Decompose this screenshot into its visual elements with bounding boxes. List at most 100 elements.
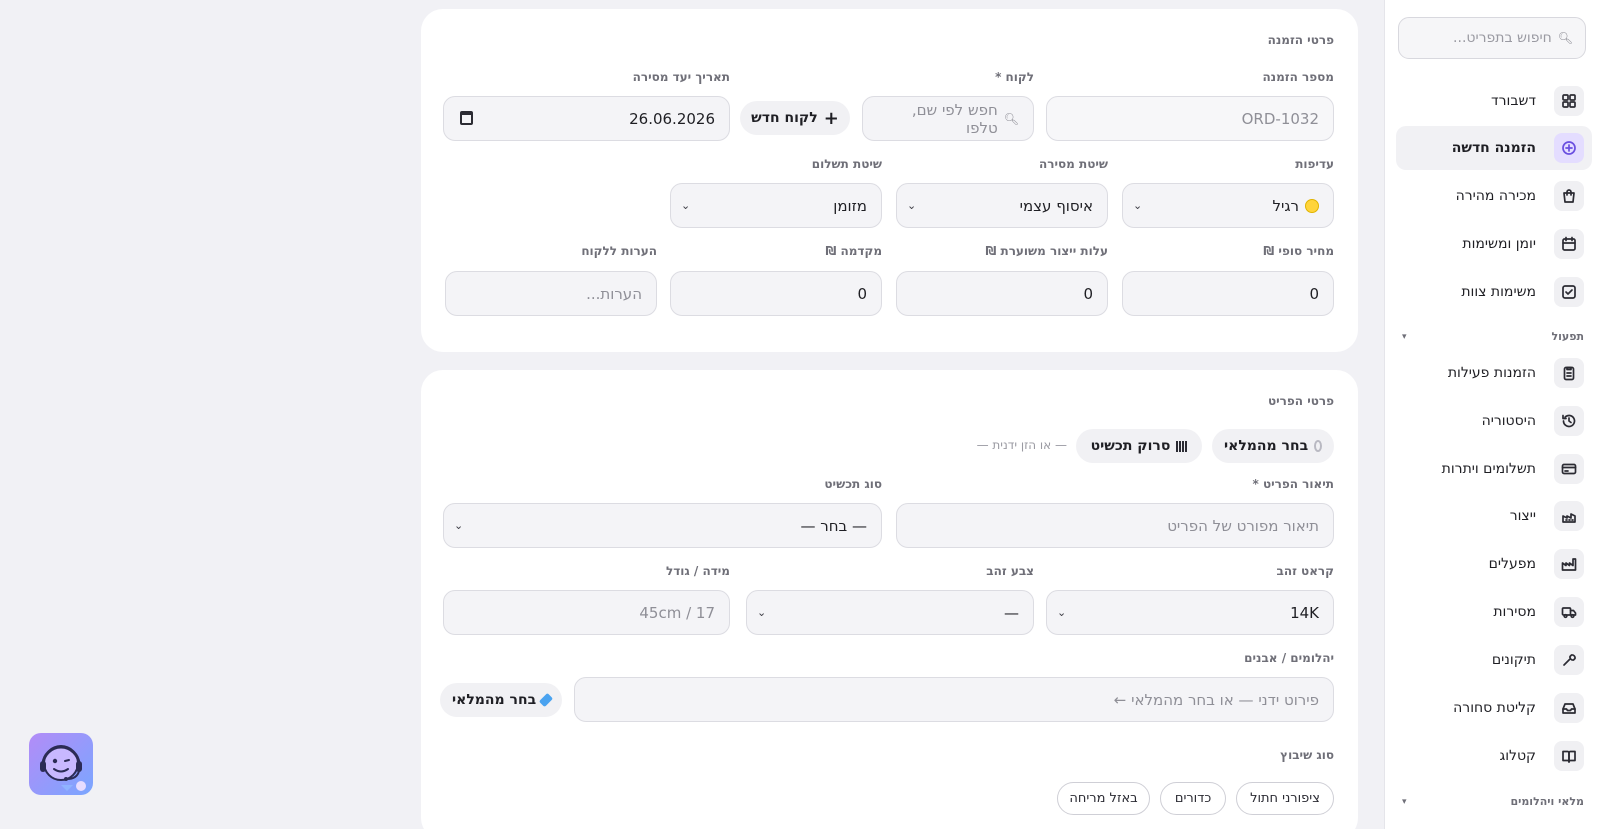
sidebar-item-label: קליטת סחורה — [1453, 700, 1536, 716]
item-details-title: פרטי הפריט — [1267, 394, 1334, 408]
customer-notes-input[interactable]: הערות... — [445, 271, 657, 316]
size-placeholder: 45cm / 17 — [639, 603, 715, 622]
sidebar-item-active-orders[interactable]: הזמנות פעילות — [1396, 351, 1592, 395]
sidebar-item-payments[interactable]: תשלומים ויתרות — [1396, 447, 1592, 491]
new-customer-button[interactable]: + לקוח חדש — [740, 101, 850, 135]
chevron-down-icon: ⌄ — [1133, 199, 1143, 212]
sidebar-item-label: משימות צוות — [1461, 284, 1536, 300]
sidebar-item-label: תיקונים — [1491, 652, 1536, 668]
chevron-down-icon: ⌄ — [681, 199, 691, 212]
sidebar-item-new-order[interactable]: הזמנה חדשה — [1396, 126, 1592, 170]
priority-label: עדיפות — [1295, 157, 1334, 171]
menu-search-placeholder: חיפוש בתפריט... — [1453, 30, 1552, 46]
ring-icon — [1314, 440, 1322, 452]
sidebar-item-label: מסירות — [1493, 604, 1536, 620]
sidebar-item-production[interactable]: ייצור — [1396, 494, 1592, 538]
item-details-card: פרטי הפריט בחר מהמלאי סרוק תכשיט — או הז… — [421, 370, 1358, 829]
jewelry-type-value: — בחר — — [800, 516, 867, 535]
gold-karat-value: 14K — [1290, 603, 1319, 622]
gold-color-select[interactable]: — ⌄ — [746, 590, 1034, 635]
delivery-method-label: שיטת מסירה — [1039, 157, 1108, 171]
stones-choose-from-stock-button[interactable]: בחר מהמלאי — [440, 683, 562, 717]
delivery-date-input[interactable]: 26.06.2026 — [443, 96, 730, 141]
sidebar-item-repairs[interactable]: תיקונים — [1396, 638, 1592, 682]
setting-option-balls[interactable]: כדורים — [1160, 782, 1226, 815]
headset-avatar-icon — [40, 745, 86, 791]
customer-search-input[interactable]: 🔍︎ חפש לפי שם, טלפו — [862, 96, 1034, 141]
chevron-down-icon: ⌄ — [454, 519, 464, 532]
sidebar-item-quick-sale[interactable]: מכירה מהירה — [1396, 174, 1592, 218]
wrench-icon — [1554, 645, 1584, 675]
new-customer-label: לקוח חדש — [751, 110, 818, 126]
sidebar-item-label: מכירה מהירה — [1455, 188, 1536, 204]
payment-method-select[interactable]: מזומן ⌄ — [670, 183, 882, 228]
production-cost-value: 0 — [1083, 284, 1093, 303]
production-cost-input[interactable]: 0 — [896, 271, 1108, 316]
sidebar-item-label: יומן ומשימות — [1462, 236, 1536, 252]
sidebar-item-history[interactable]: היסטוריה — [1396, 399, 1592, 443]
sidebar-item-label: ייצור — [1509, 508, 1536, 524]
priority-select[interactable]: רגיל ⌄ — [1122, 183, 1334, 228]
payment-method-value: מזומן — [833, 196, 867, 215]
choose-from-stock-label: בחר מהמלאי — [1224, 438, 1309, 454]
chevron-down-icon: ⌄ — [907, 199, 917, 212]
calendar-icon[interactable] — [460, 111, 473, 125]
delivery-method-value: איסוף עצמי — [1019, 196, 1093, 215]
search-icon: 🔍︎ — [1003, 111, 1019, 126]
industry-icon — [1554, 549, 1584, 579]
history-icon — [1554, 406, 1584, 436]
stones-input[interactable]: פירוט ידני — או בחר מהמלאי ← — [574, 677, 1334, 722]
setting-option-bezel[interactable]: באזל מריחה — [1057, 782, 1150, 815]
setting-option-label: כדורים — [1174, 791, 1212, 806]
order-number-value: ORD-1032 — [1241, 109, 1319, 128]
gold-color-label: צבע זהב — [986, 564, 1034, 578]
delivery-method-select[interactable]: איסוף עצמי ⌄ — [896, 183, 1108, 228]
sidebar-item-dashboard[interactable]: דשבורד — [1396, 79, 1592, 123]
item-description-placeholder: תיאור מפורט של הפריט — [1167, 516, 1319, 535]
setting-option-label: ציפורני חתול — [1250, 791, 1320, 806]
sidebar-item-deliveries[interactable]: מסירות — [1396, 590, 1592, 634]
grid-icon — [1554, 86, 1584, 116]
payment-method-label: שיטת תשלום — [811, 157, 882, 171]
factory-icon — [1554, 501, 1584, 531]
size-label: מידה / גודל — [665, 564, 730, 578]
setting-option-cat-claws[interactable]: ציפורני חתול — [1236, 782, 1334, 815]
stones-placeholder: פירוט ידני — או בחר מהמלאי ← — [1113, 690, 1319, 709]
deposit-input[interactable]: 0 — [670, 271, 882, 316]
sidebar-item-team-tasks[interactable]: משימות צוות — [1396, 270, 1592, 314]
scan-jewelry-button[interactable]: סרוק תכשיט — [1076, 429, 1202, 463]
final-price-input[interactable]: 0 — [1122, 271, 1334, 316]
chevron-down-icon: ⌄ — [1057, 606, 1067, 619]
sidebar-item-label: הזמנה חדשה — [1451, 140, 1536, 156]
section-operations[interactable]: תפעול ▾ — [1402, 330, 1584, 343]
chevron-down-icon: ▾ — [1402, 331, 1407, 342]
menu-search-input[interactable]: 🔍︎ חיפוש בתפריט... — [1398, 17, 1586, 59]
sidebar-item-goods-receipt[interactable]: קליטת סחורה — [1396, 686, 1592, 730]
sidebar-item-label: הזמנות פעילות — [1447, 365, 1536, 381]
search-icon: 🔍︎ — [1557, 31, 1573, 45]
choose-from-stock-button[interactable]: בחר מהמלאי — [1212, 429, 1334, 463]
sidebar-item-label: היסטוריה — [1481, 413, 1536, 429]
jewelry-type-label: סוג תכשיט — [824, 477, 882, 491]
customer-label: לקוח * — [995, 70, 1034, 84]
size-input[interactable]: 45cm / 17 — [443, 590, 730, 635]
chevron-down-icon: ▾ — [1402, 796, 1407, 807]
delivery-date-label: תאריך יעד מסירה — [632, 70, 730, 84]
barcode-icon — [1176, 440, 1188, 452]
delivery-date-value: 26.06.2026 — [629, 109, 715, 128]
jewelry-type-select[interactable]: — בחר — ⌄ — [443, 503, 882, 548]
sidebar-item-catalog[interactable]: קטלוג — [1396, 734, 1592, 778]
truck-icon — [1554, 597, 1584, 627]
credit-card-icon — [1554, 454, 1584, 484]
support-assistant-button[interactable] — [29, 733, 93, 795]
section-inventory[interactable]: מלאי ויהלומים ▾ — [1402, 795, 1584, 808]
order-number-label: מספר הזמנה — [1262, 70, 1334, 84]
setting-option-label: באזל מריחה — [1069, 791, 1138, 806]
yellow-circle-icon — [1305, 198, 1319, 213]
gold-karat-select[interactable]: 14K ⌄ — [1046, 590, 1334, 635]
sidebar-item-calendar[interactable]: יומן ומשימות — [1396, 222, 1592, 266]
customer-notes-label: הערות ללקוח — [581, 244, 657, 258]
item-description-input[interactable]: תיאור מפורט של הפריט — [896, 503, 1334, 548]
sidebar-item-factories[interactable]: מפעלים — [1396, 542, 1592, 586]
deposit-value: 0 — [857, 284, 867, 303]
